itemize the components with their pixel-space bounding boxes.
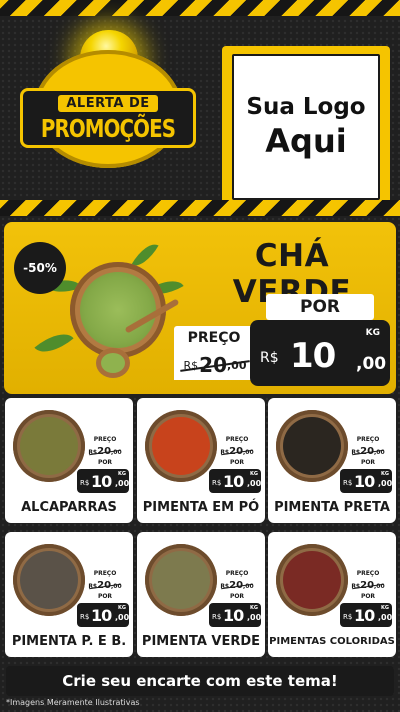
- old-price: R$20,00: [348, 446, 388, 458]
- product-card[interactable]: PREÇO R$20,00POR KG R$10,00 PIMENTAS COLORID…: [268, 532, 396, 657]
- new-price-cents: ,00: [247, 613, 262, 622]
- new-price: KG R$ 10,00: [340, 603, 392, 627]
- new-price: KG R$ 10,00: [340, 469, 392, 493]
- disclaimer-note: *Imagens Meramente Ilustrativas: [6, 698, 140, 707]
- tea-bowl-image: [70, 262, 166, 358]
- new-price-currency: R$: [80, 479, 90, 487]
- price-unit: KG: [381, 471, 389, 477]
- flyer: ALERTA DE PROMOÇÕES Sua Logo Aqui -50% C…: [0, 0, 400, 712]
- logo-line2: Aqui: [265, 122, 347, 160]
- new-price-cents: ,00: [356, 354, 387, 374]
- por-label: POR: [360, 593, 376, 600]
- new-price-int: 10: [91, 472, 112, 491]
- product-name: PIMENTA PRETA: [274, 500, 390, 515]
- product-bowl-image: [145, 544, 217, 616]
- product-bowl-image: [276, 544, 348, 616]
- por-label: POR: [97, 593, 113, 600]
- product-card[interactable]: PREÇO R$20,00POR KG R$10,00 PIMENTA EM PÓ: [137, 398, 265, 523]
- product-card[interactable]: PREÇO R$20,00POR KG R$10,00 ALCAPARRAS: [5, 398, 133, 523]
- featured-product-card[interactable]: -50% CHÁ VERDE POR PREÇO R$ 20 ,00 KG R$…: [4, 222, 396, 394]
- new-price-cents: ,00: [115, 479, 130, 488]
- new-price-int: 10: [91, 606, 112, 625]
- por-label: POR: [229, 459, 245, 466]
- product-bowl-image: [13, 544, 85, 616]
- new-price: KG R$ 10,00: [77, 469, 129, 493]
- product-bowl-image: [145, 410, 217, 482]
- badge-line2: PROMOÇÕES: [40, 114, 176, 143]
- new-price-currency: R$: [212, 479, 222, 487]
- new-price-int: 10: [354, 606, 375, 625]
- logo-line1: Sua Logo: [246, 94, 366, 120]
- new-price-currency: R$: [343, 613, 353, 621]
- new-price: KG R$ 10,00: [209, 469, 261, 493]
- new-price-cents: ,00: [378, 479, 393, 488]
- price-unit: KG: [381, 605, 389, 611]
- new-price-currency: R$: [260, 350, 279, 366]
- product-name: PIMENTA VERDE: [141, 634, 261, 649]
- old-price: R$20,00: [85, 446, 125, 458]
- product-fill: [283, 551, 341, 609]
- por-label: POR: [360, 459, 376, 466]
- new-price: KG R$ 10,00: [209, 603, 261, 627]
- product-card[interactable]: PREÇO R$20,00POR KG R$10,00 PIMENTA VERDE: [137, 532, 265, 657]
- price-unit: KG: [365, 328, 380, 338]
- tea-leaf-icon: [34, 324, 74, 362]
- por-label: POR: [266, 294, 374, 320]
- old-price: R$ 20 ,00: [174, 350, 256, 380]
- preco-label: PREÇO: [174, 326, 254, 350]
- caution-stripe-middle: [0, 200, 400, 216]
- new-price-currency: R$: [343, 479, 353, 487]
- spoon-image: [96, 348, 130, 378]
- product-card[interactable]: PREÇO R$20,00POR KG R$10,00 PIMENTA PRETA: [268, 398, 396, 523]
- product-name: PIMENTA EM PÓ: [142, 500, 260, 515]
- preco-label: PREÇO: [93, 570, 117, 577]
- new-price: KG R$ 10 ,00: [250, 320, 390, 386]
- logo-placeholder[interactable]: Sua Logo Aqui: [222, 46, 390, 204]
- new-price-int: 10: [223, 472, 244, 491]
- product-fill: [20, 551, 78, 609]
- new-price-int: 10: [290, 336, 336, 376]
- old-price: R$20,00: [348, 580, 388, 592]
- new-price-cents: ,00: [378, 613, 393, 622]
- new-price-int: 10: [223, 606, 244, 625]
- product-name: PIMENTAS COLORIDAS: [269, 636, 395, 647]
- product-name: ALCAPARRAS: [21, 500, 117, 515]
- old-price: R$20,00: [217, 446, 257, 458]
- new-price-currency: R$: [212, 613, 222, 621]
- price-unit: KG: [250, 605, 258, 611]
- new-price-int: 10: [354, 472, 375, 491]
- price-unit: KG: [118, 605, 126, 611]
- discount-badge: -50%: [14, 242, 66, 294]
- por-label: POR: [229, 593, 245, 600]
- caution-stripe-top: [0, 0, 400, 16]
- old-price: R$20,00: [217, 580, 257, 592]
- old-price: R$20,00: [85, 580, 125, 592]
- price-unit: KG: [118, 471, 126, 477]
- product-card[interactable]: PREÇO R$20,00POR KG R$10,00 PIMENTA P. E B.: [5, 532, 133, 657]
- preco-label: PREÇO: [356, 436, 380, 443]
- preco-label: PREÇO: [225, 570, 249, 577]
- new-price-cents: ,00: [247, 479, 262, 488]
- product-fill: [152, 417, 210, 475]
- new-price-cents: ,00: [115, 613, 130, 622]
- product-fill: [20, 417, 78, 475]
- preco-label: PREÇO: [93, 436, 117, 443]
- product-fill: [283, 417, 341, 475]
- new-price: KG R$ 10,00: [77, 603, 129, 627]
- product-name: PIMENTA P. E B.: [11, 634, 127, 649]
- product-bowl-image: [13, 410, 85, 482]
- new-price-currency: R$: [80, 613, 90, 621]
- product-bowl-image: [276, 410, 348, 482]
- preco-label: PREÇO: [225, 436, 249, 443]
- badge-line1: ALERTA DE: [58, 95, 158, 112]
- por-label: POR: [97, 459, 113, 466]
- product-fill: [152, 551, 210, 609]
- price-unit: KG: [250, 471, 258, 477]
- preco-label: PREÇO: [356, 570, 380, 577]
- cta-button[interactable]: Crie seu encarte com este tema!: [6, 666, 394, 696]
- promo-alert-badge: ALERTA DE PROMOÇÕES: [20, 22, 196, 172]
